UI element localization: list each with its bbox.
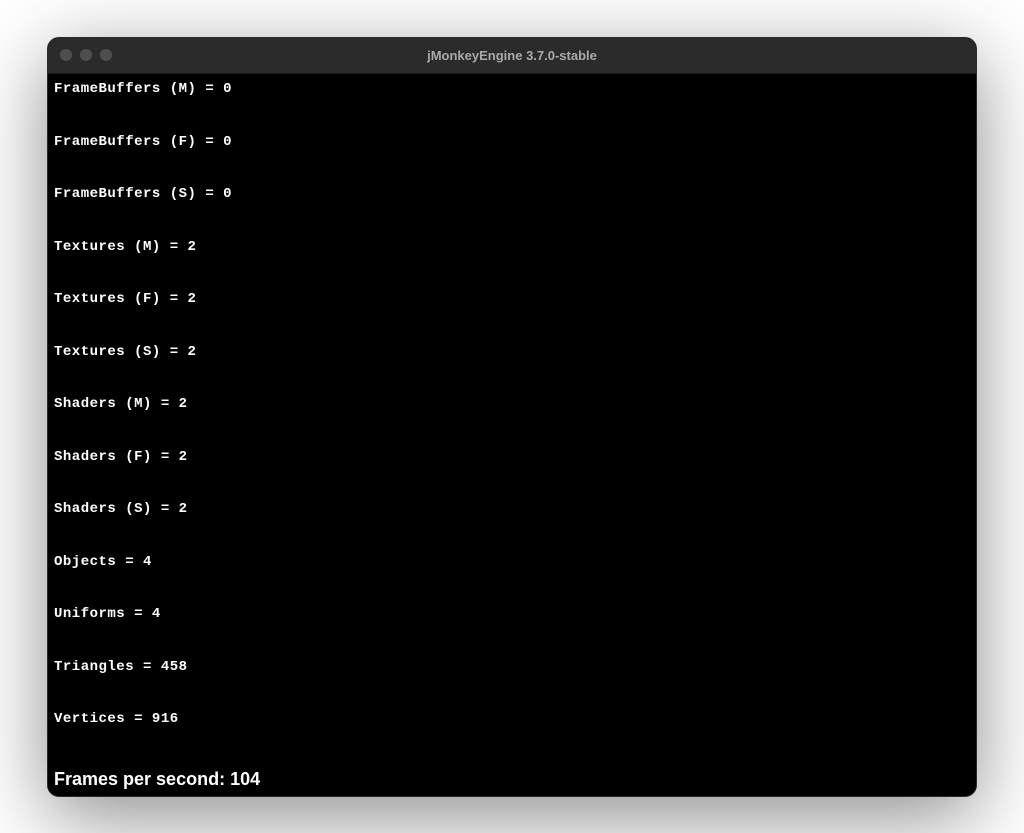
stat-line: Triangles = 458 bbox=[54, 659, 232, 677]
stat-line: FrameBuffers (S) = 0 bbox=[54, 186, 232, 204]
stat-line: Uniforms = 4 bbox=[54, 606, 232, 624]
stat-line: Textures (F) = 2 bbox=[54, 291, 232, 309]
stat-line: FrameBuffers (M) = 0 bbox=[54, 81, 232, 99]
window-title: jMonkeyEngine 3.7.0-stable bbox=[427, 48, 597, 63]
stat-line: Textures (M) = 2 bbox=[54, 239, 232, 257]
stat-line: Vertices = 916 bbox=[54, 711, 232, 729]
stat-line: Textures (S) = 2 bbox=[54, 344, 232, 362]
stat-line: Shaders (M) = 2 bbox=[54, 396, 232, 414]
debug-stats: FrameBuffers (M) = 0 FrameBuffers (F) = … bbox=[54, 46, 232, 764]
app-window: jMonkeyEngine 3.7.0-stable FrameBuffers … bbox=[47, 37, 977, 797]
stat-line: Shaders (S) = 2 bbox=[54, 501, 232, 519]
fps-counter: Frames per second: 104 bbox=[54, 769, 260, 790]
stat-line: Objects = 4 bbox=[54, 554, 232, 572]
render-viewport: FrameBuffers (M) = 0 FrameBuffers (F) = … bbox=[48, 74, 976, 796]
stat-line: Shaders (F) = 2 bbox=[54, 449, 232, 467]
stat-line: FrameBuffers (F) = 0 bbox=[54, 134, 232, 152]
